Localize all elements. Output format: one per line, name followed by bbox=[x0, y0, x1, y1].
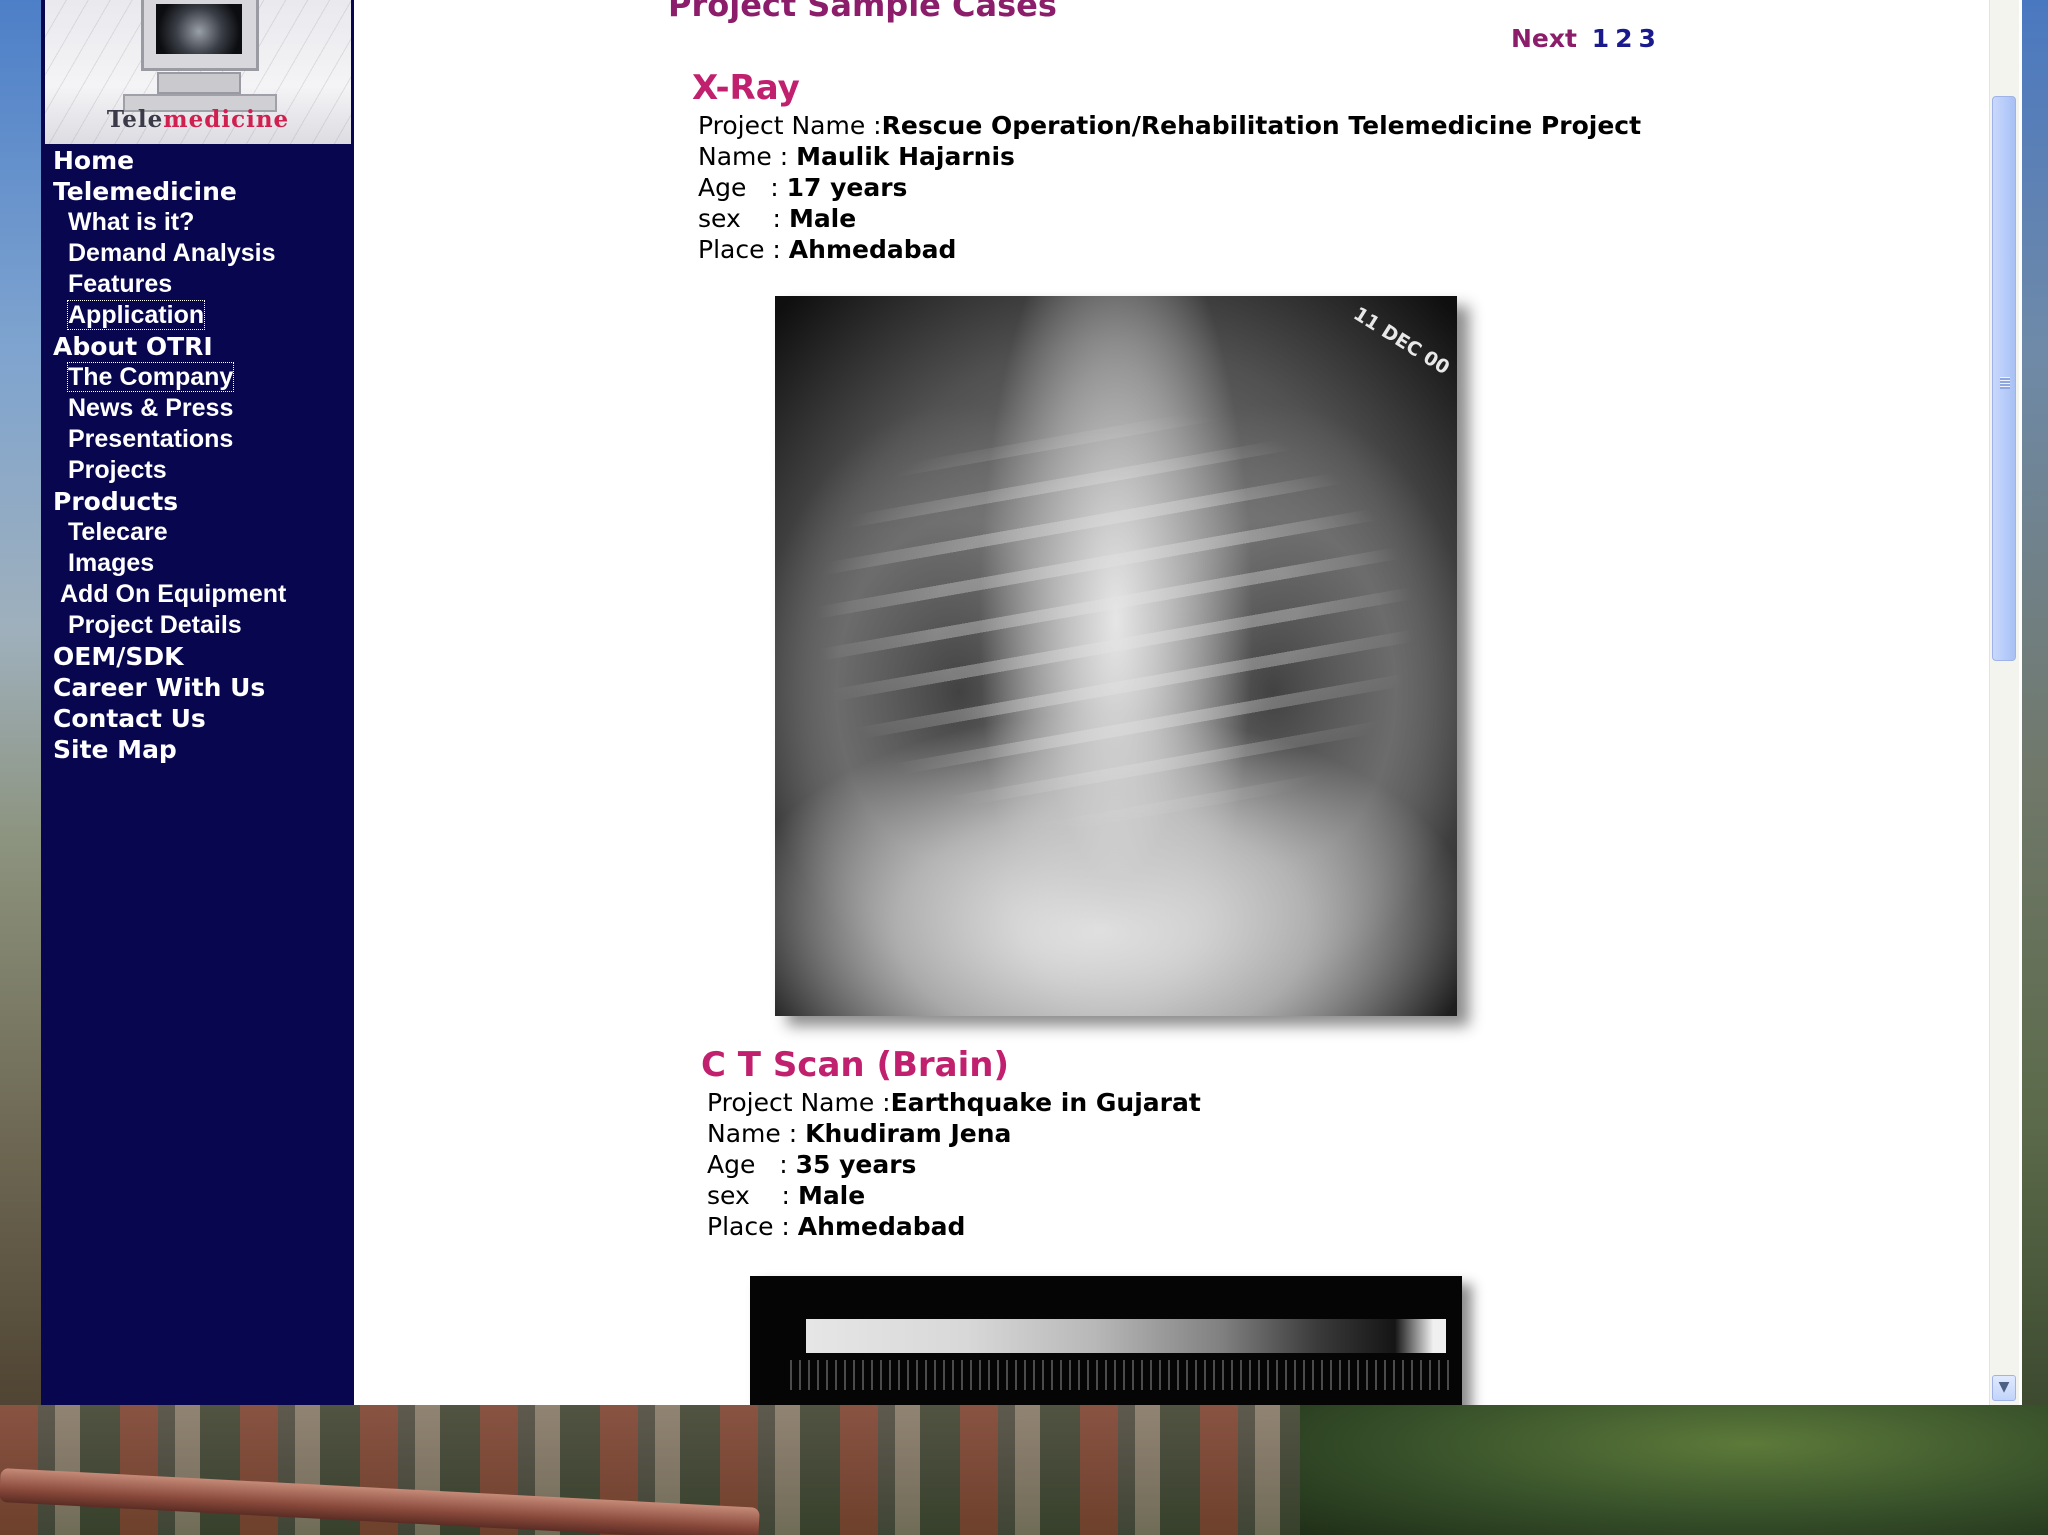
nav-oem-sdk[interactable]: OEM/SDK bbox=[41, 641, 354, 672]
desktop-sky-left bbox=[0, 0, 41, 1405]
grip-icon bbox=[2000, 377, 2010, 389]
monitor-stand bbox=[157, 72, 241, 94]
case-info: Project Name :Earthquake in Gujarat Name… bbox=[707, 1087, 1201, 1242]
patient-name-row: Name : Khudiram Jena bbox=[707, 1119, 1012, 1148]
patient-name-row: Name : Maulik Hajarnis bbox=[698, 142, 1015, 171]
browser-window: Telemedicine Home Telemedicine What is i… bbox=[41, 0, 2022, 1405]
pager-page-1[interactable]: 1 bbox=[1592, 24, 1609, 53]
scroll-down-arrow-icon[interactable]: ▼ bbox=[1992, 1375, 2016, 1401]
sidebar-nav: Home Telemedicine What is it? Demand Ana… bbox=[41, 145, 354, 765]
nav-add-on-equipment[interactable]: Add On Equipment bbox=[41, 579, 354, 610]
globe-icon bbox=[156, 4, 242, 54]
scrollbar-thumb[interactable] bbox=[1992, 96, 2016, 661]
nav-contact-us[interactable]: Contact Us bbox=[41, 703, 354, 734]
project-name-row: Project Name :Rescue Operation/Rehabilit… bbox=[698, 111, 1642, 140]
ct-scan-marks bbox=[790, 1360, 1450, 1390]
place-row: Place : Ahmedabad bbox=[698, 235, 957, 264]
nav-home[interactable]: Home bbox=[41, 145, 354, 176]
sex-row: sex : Male bbox=[707, 1181, 866, 1210]
nav-demand-analysis[interactable]: Demand Analysis bbox=[41, 238, 354, 269]
sex-row: sex : Male bbox=[698, 204, 857, 233]
nav-projects[interactable]: Projects bbox=[41, 455, 354, 486]
xray-ribs bbox=[815, 406, 1415, 836]
nav-what-is-it[interactable]: What is it? bbox=[41, 207, 354, 238]
nav-telemedicine[interactable]: Telemedicine bbox=[41, 176, 354, 207]
xray-image: 11 DEC 00 bbox=[775, 296, 1457, 1016]
nav-images[interactable]: Images bbox=[41, 548, 354, 579]
pager-next-link[interactable]: Next bbox=[1511, 24, 1577, 53]
age-row: Age : 17 years bbox=[698, 173, 908, 202]
case-info: Project Name :Rescue Operation/Rehabilit… bbox=[698, 110, 1641, 265]
case-ct-scan: C T Scan (Brain) Project Name :Earthquak… bbox=[701, 1045, 1201, 1242]
nav-presentations[interactable]: Presentations bbox=[41, 424, 354, 455]
main-content: Project Sample Cases Next 123 X-Ray Proj… bbox=[354, 0, 2022, 1405]
case-xray: X-Ray Project Name :Rescue Operation/Reh… bbox=[692, 68, 1641, 265]
age-row: Age : 35 years bbox=[707, 1150, 917, 1179]
nav-about-otri[interactable]: About OTRI bbox=[41, 331, 354, 362]
desktop-hill-view bbox=[1300, 1405, 2048, 1535]
pager-page-2[interactable]: 2 bbox=[1615, 24, 1632, 53]
case-title: C T Scan (Brain) bbox=[701, 1045, 1010, 1085]
nav-features[interactable]: Features bbox=[41, 269, 354, 300]
pager-page-3[interactable]: 3 bbox=[1639, 24, 1656, 53]
ct-grayscale-bar bbox=[806, 1319, 1446, 1353]
nav-the-company[interactable]: The Company bbox=[41, 362, 354, 393]
telemedicine-logo[interactable]: Telemedicine bbox=[45, 0, 351, 144]
nav-news-press[interactable]: News & Press bbox=[41, 393, 354, 424]
nav-products[interactable]: Products bbox=[41, 486, 354, 517]
ct-scan-image bbox=[750, 1276, 1462, 1405]
pagination: Next 123 bbox=[1511, 24, 1656, 53]
nav-project-details[interactable]: Project Details bbox=[41, 610, 354, 641]
page-title: Project Sample Cases bbox=[668, 0, 1057, 24]
place-row: Place : Ahmedabad bbox=[707, 1212, 966, 1241]
nav-telecare[interactable]: Telecare bbox=[41, 517, 354, 548]
monitor-icon bbox=[141, 0, 259, 71]
nav-application[interactable]: Application bbox=[41, 300, 354, 331]
nav-career[interactable]: Career With Us bbox=[41, 672, 354, 703]
logo-text: Telemedicine bbox=[106, 106, 290, 133]
desktop-sky-right bbox=[2022, 0, 2048, 1405]
nav-site-map[interactable]: Site Map bbox=[41, 734, 354, 765]
case-title: X-Ray bbox=[692, 68, 800, 108]
project-name-row: Project Name :Earthquake in Gujarat bbox=[707, 1088, 1201, 1117]
sidebar: Telemedicine Home Telemedicine What is i… bbox=[41, 0, 354, 1405]
vertical-scrollbar[interactable]: ▼ bbox=[1989, 0, 2019, 1405]
